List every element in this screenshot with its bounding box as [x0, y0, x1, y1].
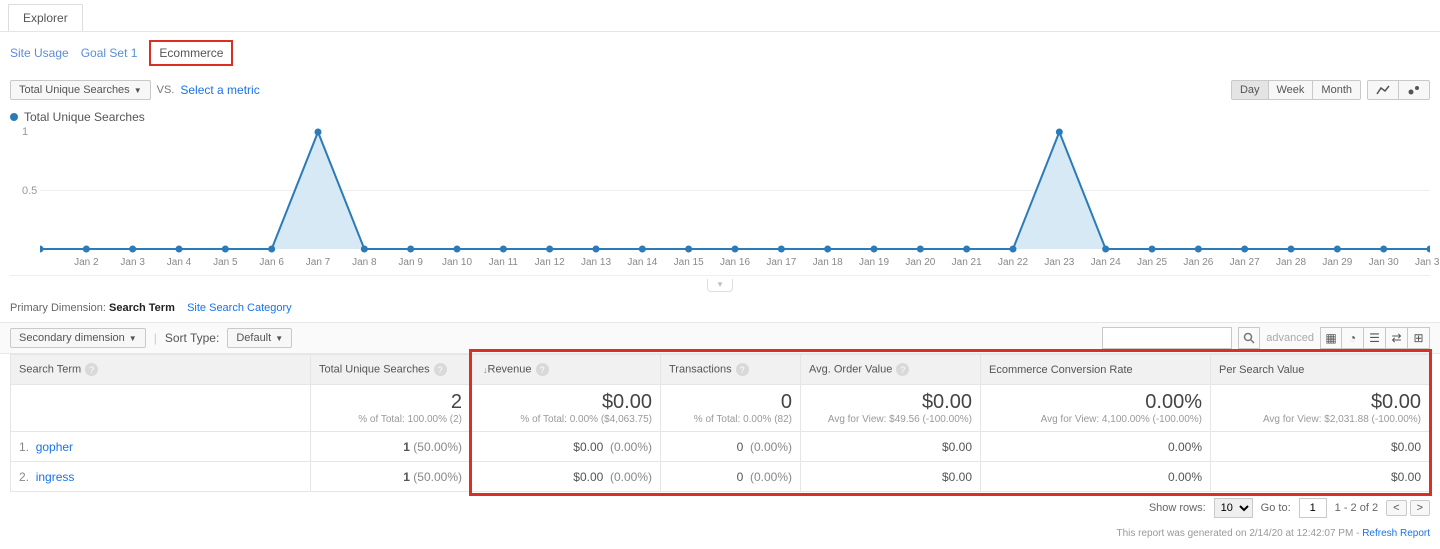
table-row: 2. ingress 1 (50.00%) $0.00 (0.00%) 0 (0…	[11, 462, 1430, 492]
col-total-unique[interactable]: Total Unique Searches?	[311, 355, 471, 385]
motion-chart-icon[interactable]	[1399, 80, 1430, 100]
sort-type-dropdown[interactable]: Default ▼	[227, 328, 292, 348]
help-icon[interactable]: ?	[434, 363, 447, 376]
primary-dimension-label: Primary Dimension:	[10, 302, 106, 314]
goto-label: Go to:	[1261, 502, 1291, 514]
display-comparison-icon[interactable]: ⇄	[1386, 327, 1408, 349]
term-link[interactable]: ingress	[36, 470, 75, 484]
rows-select[interactable]: 10	[1214, 498, 1253, 518]
help-icon[interactable]: ?	[85, 363, 98, 376]
metric-primary-dropdown[interactable]: Total Unique Searches▼	[10, 80, 151, 100]
col-search-term[interactable]: Search Term?	[11, 355, 311, 385]
col-revenue[interactable]: ↓Revenue?	[471, 355, 661, 385]
col-per-search[interactable]: Per Search Value	[1211, 355, 1430, 385]
secondary-dimension-dropdown[interactable]: Secondary dimension ▼	[10, 328, 146, 348]
y-tick-label: 1	[22, 126, 28, 138]
col-transactions[interactable]: Transactions?	[661, 355, 801, 385]
primary-dimension-alt[interactable]: Site Search Category	[187, 302, 292, 314]
metric-secondary-select[interactable]: Select a metric	[180, 83, 259, 97]
search-icon[interactable]	[1238, 327, 1260, 349]
granularity-month[interactable]: Month	[1313, 80, 1361, 100]
legend-dot-icon	[10, 113, 18, 121]
term-link[interactable]: gopher	[36, 440, 73, 454]
granularity-week[interactable]: Week	[1269, 80, 1314, 100]
row-range: 1 - 2 of 2	[1335, 502, 1378, 514]
col-conversion-rate[interactable]: Ecommerce Conversion Rate	[981, 355, 1211, 385]
help-icon[interactable]: ?	[896, 363, 909, 376]
timeseries-chart: 1 0.5 Jan 2Jan 3Jan 4Jan 5Jan 6Jan 7Jan …	[10, 126, 1430, 276]
help-icon[interactable]: ?	[736, 363, 749, 376]
chevron-down-icon: ▼	[275, 334, 283, 343]
col-avg-order[interactable]: Avg. Order Value?	[801, 355, 981, 385]
collapse-handle[interactable]: ▾	[0, 276, 1440, 292]
sort-type-label: Sort Type:	[165, 331, 219, 345]
advanced-link[interactable]: advanced	[1266, 332, 1314, 344]
tab-explorer[interactable]: Explorer	[8, 4, 83, 31]
help-icon[interactable]: ?	[536, 363, 549, 376]
granularity-day[interactable]: Day	[1231, 80, 1269, 100]
prev-page-button[interactable]: <	[1386, 500, 1406, 516]
display-table-icon[interactable]: ▦	[1320, 327, 1342, 349]
chart-type-line-icon[interactable]	[1367, 80, 1399, 100]
display-bar-icon[interactable]: ☰	[1364, 327, 1386, 349]
subtab-ecommerce[interactable]: Ecommerce	[159, 46, 223, 60]
y-tick-label: 0.5	[22, 185, 37, 197]
display-pivot-icon[interactable]: ⊞	[1408, 327, 1430, 349]
time-granularity-group: Day Week Month	[1231, 80, 1361, 100]
generated-note: This report was generated on 2/14/20 at …	[1116, 528, 1362, 539]
data-table: Search Term? Total Unique Searches? ↓Rev…	[10, 354, 1430, 492]
next-page-button[interactable]: >	[1410, 500, 1430, 516]
highlight-ecommerce: Ecommerce	[149, 40, 233, 66]
table-row: 1. gopher 1 (50.00%) $0.00 (0.00%) 0 (0.…	[11, 432, 1430, 462]
subtab-site-usage[interactable]: Site Usage	[10, 46, 69, 60]
chevron-down-icon: ▼	[129, 334, 137, 343]
summary-row: 2% of Total: 100.00% (2) $0.00% of Total…	[11, 385, 1430, 432]
table-search-input[interactable]	[1102, 327, 1232, 349]
legend-series-label: Total Unique Searches	[24, 110, 145, 124]
subtab-goal-set[interactable]: Goal Set 1	[81, 46, 138, 60]
vs-label: VS.	[157, 84, 175, 96]
chevron-down-icon: ▼	[134, 86, 142, 95]
chart-legend: Total Unique Searches	[0, 106, 1440, 124]
refresh-report-link[interactable]: Refresh Report	[1362, 528, 1430, 539]
show-rows-label: Show rows:	[1149, 502, 1206, 514]
display-pie-icon[interactable]: ◔	[1342, 327, 1364, 349]
goto-input[interactable]	[1299, 498, 1327, 518]
primary-dimension-selected[interactable]: Search Term	[109, 302, 175, 314]
